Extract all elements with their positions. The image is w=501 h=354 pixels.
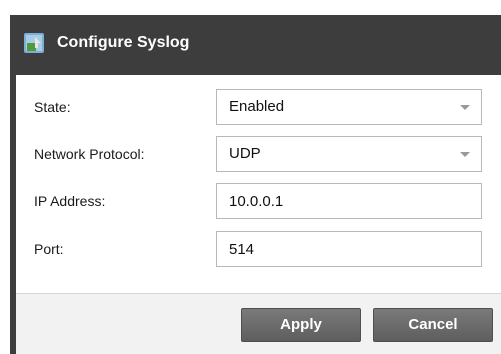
protocol-select[interactable]: UDP bbox=[216, 136, 482, 172]
ip-address-label: IP Address: bbox=[34, 193, 106, 209]
chevron-down-icon bbox=[460, 152, 470, 157]
state-row: State: Enabled bbox=[16, 89, 501, 129]
protocol-label: Network Protocol: bbox=[34, 146, 145, 162]
chevron-down-icon bbox=[460, 105, 470, 110]
port-row: Port: bbox=[16, 231, 501, 271]
ip-address-input[interactable] bbox=[216, 183, 482, 219]
state-label: State: bbox=[34, 99, 71, 115]
form-panel: State: Enabled Network Protocol: UDP IP … bbox=[16, 75, 501, 293]
port-label: Port: bbox=[34, 241, 64, 257]
dialog-footer: Apply Cancel bbox=[16, 293, 501, 354]
cancel-button[interactable]: Cancel bbox=[373, 308, 493, 342]
dialog-title: Configure Syslog bbox=[57, 34, 190, 51]
protocol-select-value: UDP bbox=[229, 145, 261, 162]
dialog-titlebar[interactable]: Configure Syslog bbox=[10, 15, 501, 71]
state-select-value: Enabled bbox=[229, 98, 285, 115]
syslog-config-icon bbox=[24, 33, 44, 53]
protocol-row: Network Protocol: UDP bbox=[16, 136, 501, 176]
apply-button[interactable]: Apply bbox=[241, 308, 361, 342]
ip-address-row: IP Address: bbox=[16, 183, 501, 223]
configure-syslog-dialog: Configure Syslog State: Enabled Network … bbox=[10, 15, 501, 354]
port-input[interactable] bbox=[216, 231, 482, 267]
state-select[interactable]: Enabled bbox=[216, 89, 482, 125]
